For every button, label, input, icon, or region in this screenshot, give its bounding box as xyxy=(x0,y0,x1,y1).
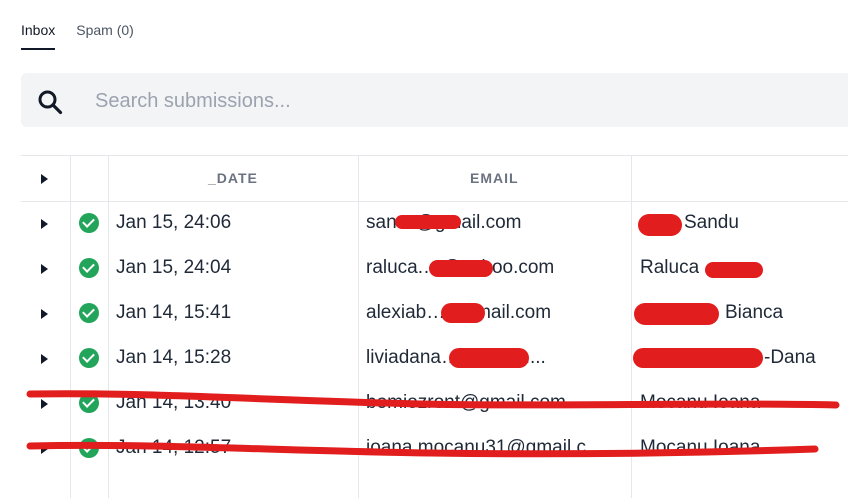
date-cell: Jan 15, 24:06 xyxy=(116,212,232,233)
table-header: _DATE EMAIL xyxy=(21,156,848,201)
check-icon xyxy=(79,348,99,368)
expand-all-icon[interactable] xyxy=(41,174,48,184)
expand-row-icon[interactable] xyxy=(41,219,48,229)
name-cell: Mocanu Ioana xyxy=(640,392,761,413)
email-cell: alexiab…@gmail.com xyxy=(366,302,626,324)
redaction-mark xyxy=(705,262,763,278)
email-cell: ioana.mocanu31@gmail.c xyxy=(366,437,586,458)
table-row[interactable]: Jan 14, 15:41 alexiab…@gmail.com Bianca xyxy=(21,291,848,336)
redaction-mark xyxy=(634,303,719,325)
check-icon xyxy=(79,213,99,233)
name-cell: Raluca xyxy=(640,257,700,278)
submissions-table: _DATE EMAIL Jan 15, 24:06 san…@gmail.com… xyxy=(21,155,848,498)
date-cell: Jan 15, 24:04 xyxy=(116,257,232,278)
date-cell: Jan 14, 12:57 xyxy=(116,437,232,458)
redaction-mark xyxy=(429,260,493,277)
tab-bar: Inbox Spam (0) xyxy=(21,14,134,50)
name-cell: Bianca xyxy=(725,302,784,323)
date-cell: Jan 14, 13:40 xyxy=(116,392,232,413)
name-cell: -Dana xyxy=(764,347,816,368)
search-bar xyxy=(21,73,848,127)
redaction-mark xyxy=(449,348,529,368)
check-icon xyxy=(79,393,99,413)
name-cell: Mocanu Ioana xyxy=(640,437,761,458)
redaction-mark xyxy=(638,214,682,236)
table-row[interactable]: Jan 14, 12:57 ioana.mocanu31@gmail.c Moc… xyxy=(21,426,848,471)
expand-row-icon[interactable] xyxy=(41,309,48,319)
search-input[interactable] xyxy=(93,83,797,119)
column-header-email[interactable]: EMAIL xyxy=(470,170,519,186)
expand-row-icon[interactable] xyxy=(41,354,48,364)
email-cell: raluca.…@yahoo.com xyxy=(366,257,626,279)
check-icon xyxy=(79,438,99,458)
redaction-mark xyxy=(395,215,461,229)
column-header-date[interactable]: _DATE xyxy=(208,170,258,186)
tab-spam[interactable]: Spam (0) xyxy=(76,14,134,50)
expand-row-icon[interactable] xyxy=(41,399,48,409)
expand-row-icon[interactable] xyxy=(41,264,48,274)
check-icon xyxy=(79,303,99,323)
date-cell: Jan 14, 15:41 xyxy=(116,302,232,323)
search-icon[interactable] xyxy=(37,89,63,115)
check-icon xyxy=(79,258,99,278)
tab-inbox[interactable]: Inbox xyxy=(21,14,56,50)
name-cell: Sandu xyxy=(684,212,739,233)
date-cell: Jan 14, 15:28 xyxy=(116,347,232,368)
expand-row-icon[interactable] xyxy=(41,444,48,454)
table-row[interactable]: Jan 14, 13:40 bomiozront@gmail.com Mocan… xyxy=(21,381,848,426)
email-cell: bomiozront@gmail.com xyxy=(366,392,566,413)
redaction-mark xyxy=(633,348,763,368)
redaction-mark xyxy=(441,303,485,323)
